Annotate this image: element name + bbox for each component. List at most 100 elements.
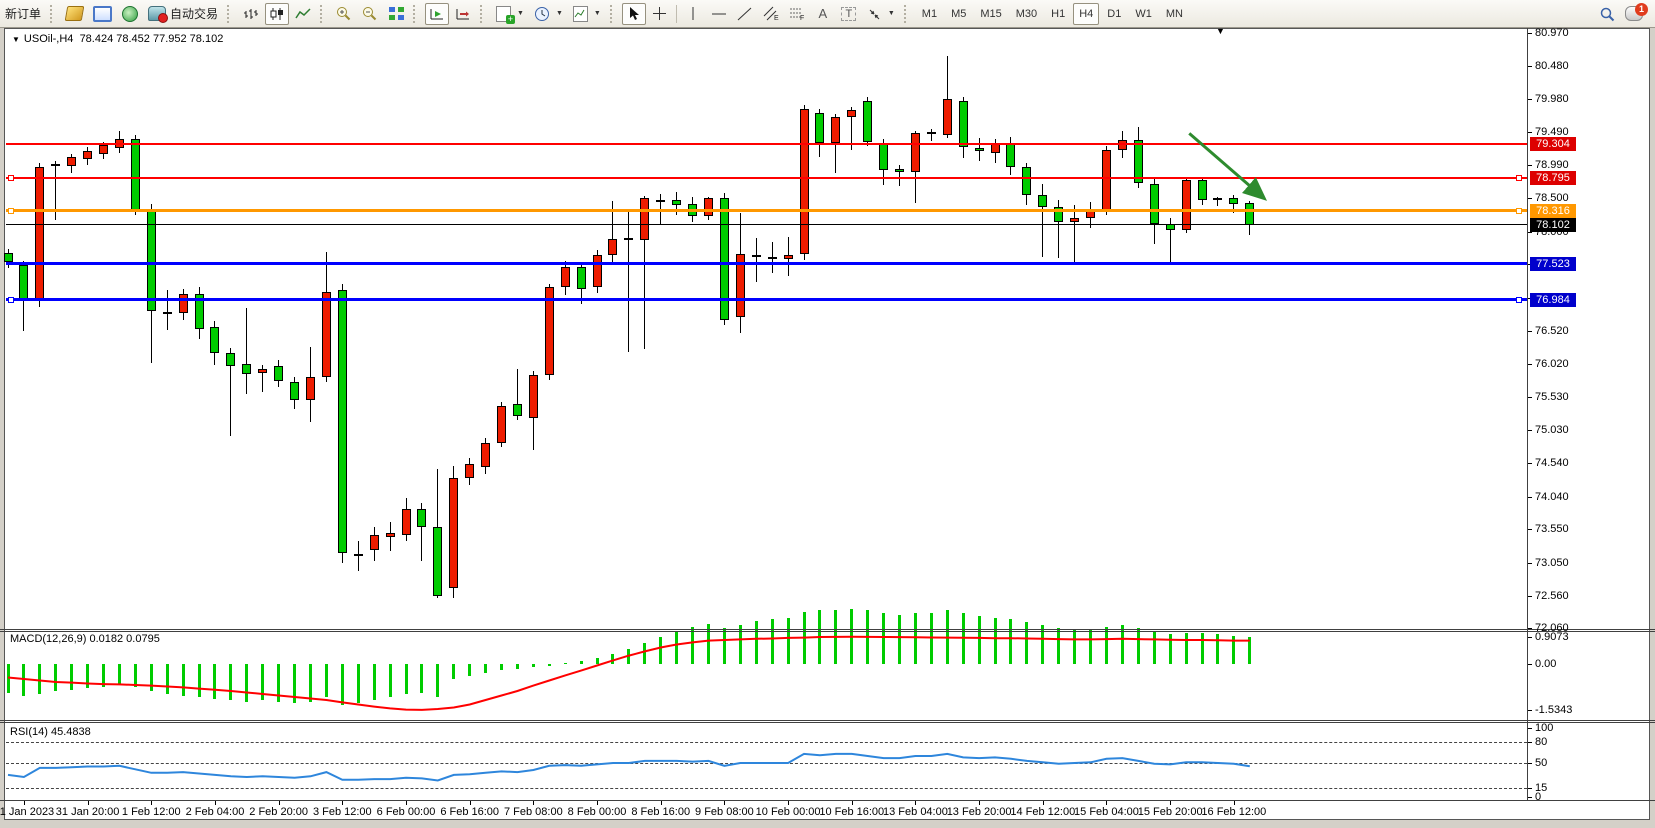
candle-body <box>83 151 92 158</box>
macd-histogram-bar <box>1089 630 1092 665</box>
time-label: 6 Feb 00:00 <box>377 806 436 818</box>
candlestick-chart-button[interactable] <box>265 3 289 25</box>
label-tool-button[interactable]: T <box>837 3 861 25</box>
price-hline[interactable] <box>6 298 1527 301</box>
price-hline[interactable] <box>6 224 1527 225</box>
arrows-tool-button[interactable]: ▼ <box>863 3 899 25</box>
hline-handle[interactable] <box>1516 175 1522 181</box>
price-hline[interactable] <box>6 209 1527 212</box>
auto-scroll-button[interactable] <box>425 3 449 25</box>
price-tick <box>1528 99 1532 100</box>
new-order-button[interactable]: 新订单 <box>1 3 45 25</box>
search-button[interactable] <box>1595 3 1619 25</box>
chart-window <box>4 28 1650 820</box>
macd-histogram-bar <box>7 664 10 693</box>
tile-windows-button[interactable] <box>384 3 408 25</box>
price-tick-label: 73.050 <box>1535 557 1569 569</box>
channel-tool-button[interactable]: E <box>759 3 783 25</box>
periods-button[interactable]: ▼ <box>530 3 567 25</box>
terminal-button[interactable] <box>89 3 116 25</box>
timeframe-m1-button[interactable]: M1 <box>916 3 943 25</box>
chart-shift-marker[interactable]: ▼ <box>1216 26 1225 36</box>
timeframe-h1-button[interactable]: H1 <box>1045 3 1071 25</box>
macd-histogram-bar <box>198 664 201 697</box>
pane-separator[interactable] <box>0 720 1655 721</box>
time-tick <box>24 801 25 805</box>
hline-handle[interactable] <box>1516 208 1522 214</box>
candle-body <box>895 169 904 172</box>
hline-handle[interactable] <box>8 208 14 214</box>
metaeditor-button[interactable] <box>118 3 142 25</box>
macd-histogram-bar <box>213 664 216 699</box>
macd-histogram-bar <box>484 664 487 673</box>
price-tick <box>1528 430 1532 431</box>
time-tick <box>979 801 980 805</box>
zoom-out-button[interactable] <box>358 3 382 25</box>
time-tick <box>215 801 216 805</box>
line-chart-button[interactable] <box>291 3 315 25</box>
candle-body <box>704 198 713 215</box>
timeframe-d1-button[interactable]: D1 <box>1101 3 1127 25</box>
text-tool-button[interactable]: A <box>811 3 835 25</box>
candle-body <box>131 139 140 210</box>
pane-separator[interactable] <box>0 722 1655 723</box>
macd-label: MACD(12,26,9) 0.0182 0.0795 <box>10 633 160 645</box>
hline-handle[interactable] <box>1516 297 1522 303</box>
macd-histogram-bar <box>675 631 678 664</box>
candle-body <box>640 198 649 240</box>
arrows-tool-icon <box>867 7 882 21</box>
candle-doji <box>927 132 936 134</box>
timeframe-m30-button[interactable]: M30 <box>1010 3 1043 25</box>
search-icon <box>1599 6 1615 22</box>
cursor-tool-button[interactable] <box>622 3 646 25</box>
price-tick <box>1528 596 1532 597</box>
price-hline[interactable] <box>6 262 1527 265</box>
notifications-button[interactable]: 1 <box>1621 3 1647 25</box>
price-tick <box>1528 497 1532 498</box>
vertical-line-tool-button[interactable] <box>681 3 705 25</box>
candle-body <box>529 375 538 417</box>
pane-separator[interactable] <box>0 629 1655 630</box>
time-tick <box>406 801 407 805</box>
macd-histogram-bar <box>166 664 169 694</box>
timeframe-w1-button[interactable]: W1 <box>1129 3 1158 25</box>
chart-shift-button[interactable] <box>451 3 475 25</box>
candle-body <box>863 101 872 142</box>
hline-handle[interactable] <box>8 297 14 303</box>
macd-histogram-bar <box>245 664 248 702</box>
bar-chart-button[interactable] <box>239 3 263 25</box>
indicators-button[interactable]: + ▼ <box>492 3 528 25</box>
macd-histogram-bar <box>1248 637 1251 664</box>
candle-body <box>1198 180 1207 200</box>
timeframe-m5-button[interactable]: M5 <box>945 3 972 25</box>
time-tick <box>852 801 853 805</box>
macd-values: 0.0182 0.0795 <box>89 633 159 645</box>
price-hline[interactable] <box>6 177 1527 179</box>
crosshair-tool-button[interactable] <box>648 3 672 25</box>
macd-histogram-bar <box>866 610 869 664</box>
macd-histogram-bar <box>150 664 153 691</box>
candle-body <box>370 535 379 550</box>
chart-dropdown-icon[interactable]: ▼ <box>12 35 20 44</box>
market-watch-button[interactable] <box>62 3 87 25</box>
candle-body <box>577 267 586 289</box>
timeframe-h4-button[interactable]: H4 <box>1073 3 1099 25</box>
zoom-in-button[interactable] <box>332 3 356 25</box>
horizontal-line-tool-button[interactable] <box>707 3 731 25</box>
template-button[interactable]: ▼ <box>569 3 605 25</box>
fibonacci-tool-button[interactable]: F <box>785 3 809 25</box>
macd-histogram-bar <box>182 664 185 696</box>
time-label: 31 Jan 2023 <box>0 806 54 818</box>
trendline-tool-button[interactable] <box>733 3 757 25</box>
price-tick <box>1528 198 1532 199</box>
candle-body <box>943 99 952 134</box>
timeframe-mn-button[interactable]: MN <box>1160 3 1189 25</box>
hline-handle[interactable] <box>8 175 14 181</box>
terminal-icon <box>93 6 112 22</box>
pane-separator[interactable] <box>0 631 1655 632</box>
time-label: 13 Feb 20:00 <box>947 806 1012 818</box>
text-tool-icon: A <box>819 6 828 21</box>
autotrading-button[interactable]: 自动交易 <box>144 3 222 25</box>
price-hline[interactable] <box>6 143 1527 145</box>
timeframe-m15-button[interactable]: M15 <box>974 3 1007 25</box>
